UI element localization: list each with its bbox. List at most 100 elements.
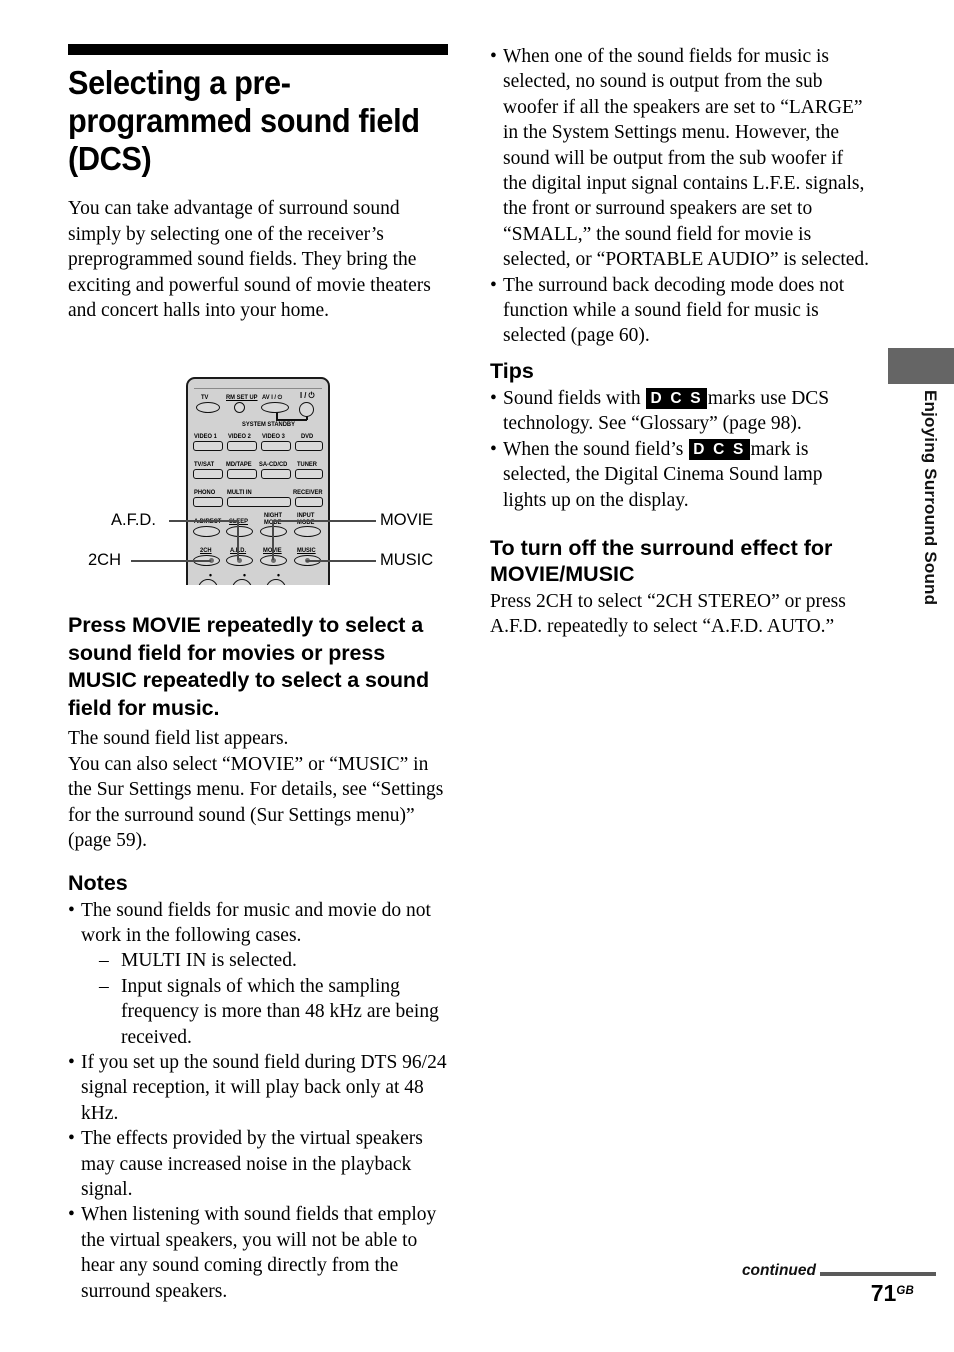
remote-button-tv-sat[interactable] [193, 469, 223, 479]
remote-label-music: MUSIC [297, 547, 316, 554]
page-number-value: 71 [870, 1280, 897, 1306]
note-item-4-text: When listening with sound fields that em… [81, 1204, 437, 1302]
bullet-icon: • [68, 1051, 75, 1073]
bullet-icon: • [68, 1204, 75, 1226]
note-subitem-2-text: Input signals of which the sampling freq… [121, 975, 439, 1048]
turn-off-body: Press 2CH to select “2CH STEREO” or pres… [490, 590, 846, 638]
remote-button-video3[interactable] [261, 441, 291, 451]
remote-button-video2[interactable] [227, 441, 257, 451]
remote-button-multi-in[interactable] [227, 497, 291, 507]
tip-item-1-before: Sound fields with [503, 387, 646, 409]
continued-label: continued [741, 1262, 816, 1279]
callout-leader-music-h [306, 560, 376, 562]
remote-label-av-power: AV I / ⏻ [262, 394, 283, 401]
tip-item-1: • Sound fields with D C Smarks use DCS te… [490, 386, 870, 437]
bullet-icon: • [490, 387, 497, 409]
callout-label-2ch: 2CH [88, 551, 122, 569]
callout-label-music: MUSIC [380, 551, 434, 569]
note-subitem-1-text: MULTI IN is selected. [121, 950, 297, 972]
note-item-3-text: The effects provided by the virtual spea… [81, 1128, 423, 1200]
remote-button-sleep[interactable] [226, 526, 253, 537]
bullet-icon: • [68, 1128, 75, 1150]
bullet-icon: • [490, 274, 497, 296]
side-tab-marker [888, 348, 954, 384]
remote-label-2ch: 2CH [200, 547, 212, 554]
remote-label-system-standby: SYSTEM STANDBY [242, 421, 295, 428]
remote-label-video1: VIDEO 1 [194, 433, 217, 440]
side-tab-label: Enjoying Surround Sound [921, 390, 940, 606]
note-item-1-text: The sound fields for music and movie do … [81, 899, 431, 946]
remote-button-main-power[interactable] [299, 402, 314, 417]
notes-list: • The sound fields for music and movie d… [68, 898, 450, 1305]
note-subitem-2: – Input signals of which the sampling fr… [99, 974, 450, 1050]
note-item-3: • The effects provided by the virtual sp… [68, 1126, 450, 1202]
right-note-item-1-text: When one of the sound fields for music i… [503, 46, 870, 271]
note-item-2-text: If you set up the sound field during DTS… [81, 1051, 447, 1124]
remote-label-phono: PHONO [194, 489, 216, 496]
remote-label-multi-in: MULTI IN [227, 489, 252, 496]
remote-label-sa-cd-cd: SA-CD/CD [259, 461, 288, 468]
remote-dot-marker-2: • [243, 570, 246, 580]
tip-item-2: • When the sound field’s D C Smark is sel… [490, 437, 870, 513]
remote-label-video3: VIDEO 3 [262, 433, 285, 440]
page-number-suffix: GB [896, 1285, 914, 1297]
remote-button-phono[interactable] [193, 497, 223, 507]
remote-label-video2: VIDEO 2 [228, 433, 251, 440]
remote-button-receiver[interactable] [295, 497, 323, 507]
remote-button-md-tape[interactable] [227, 469, 257, 479]
remote-button-a-direct[interactable] [193, 526, 220, 537]
dcs-badge-icon: D C S [646, 387, 707, 409]
remote-button-video1[interactable] [193, 441, 223, 451]
remote-control-figure: TV RM SET UP AV I / ⏻ I / ⏻ SYSTEM STAND… [68, 372, 450, 599]
remote-label-rm-set-up: RM SET UP [226, 394, 258, 401]
callout-leader-2ch-h [131, 560, 211, 562]
remote-dot-marker-3: • [277, 570, 280, 580]
remote-top-groove [194, 388, 322, 389]
turn-off-heading: To turn off the surround effect for MOVI… [490, 535, 833, 586]
standby-bracket-right [306, 416, 308, 420]
right-note-item-1: • When one of the sound fields for music… [490, 44, 870, 273]
step-heading: Press MOVIE repeatedly to select a sound… [68, 613, 429, 720]
figure-bottom-mask [178, 585, 338, 599]
intro-paragraph: You can take advantage of surround sound… [68, 198, 431, 321]
remote-label-main-power: I / ⏻ [300, 391, 315, 400]
remote-dot-marker-1: • [209, 570, 212, 580]
tip-item-2-before: When the sound field’s [503, 438, 689, 460]
bullet-icon: • [490, 438, 497, 460]
dcs-badge-icon: D C S [689, 438, 750, 460]
callout-leader-movie-v [272, 520, 274, 560]
step-body-line-1: The sound field list appears. [68, 728, 289, 749]
remote-label-receiver: RECEIVER [293, 489, 323, 496]
callout-leader-afd-h [169, 520, 239, 522]
dash-icon: – [99, 975, 109, 997]
right-note-item-2: • The surround back decoding mode does n… [490, 273, 870, 349]
page-number: 71GB [871, 1280, 914, 1307]
remote-button-tuner[interactable] [295, 469, 323, 479]
note-subitem-1: – MULTI IN is selected. [99, 948, 450, 973]
right-note-item-2-text: The surround back decoding mode does not… [503, 274, 845, 347]
remote-button-input-mode[interactable] [294, 526, 321, 537]
remote-label-tv-sat: TV/SAT [194, 461, 215, 468]
remote-label-md-tape: MD/TAPE [226, 461, 252, 468]
dash-icon: – [99, 950, 109, 972]
title-rule [68, 44, 448, 55]
bullet-icon: • [68, 899, 75, 921]
remote-button-rm-set-up[interactable] [234, 402, 245, 413]
left-column: Selecting a pre-programmed sound field (… [68, 44, 448, 324]
notes-heading: Notes [68, 870, 128, 895]
remote-button-av-power[interactable] [261, 402, 289, 413]
callout-label-afd: A.F.D. [111, 511, 156, 529]
standby-bracket-left [276, 413, 278, 420]
footer-rule [820, 1272, 936, 1276]
note-item-1: • The sound fields for music and movie d… [68, 898, 450, 1050]
remote-label-tuner: TUNER [297, 461, 317, 468]
callout-label-movie: MOVIE [380, 511, 434, 529]
remote-button-tv[interactable] [196, 402, 220, 413]
remote-label-input-mode-1: INPUT [297, 512, 315, 519]
page-title: Selecting a pre-programmed sound field (… [68, 64, 420, 177]
remote-button-dvd[interactable] [295, 441, 323, 451]
remote-label-dvd: DVD [301, 433, 314, 440]
step-body-line-2: You can also select “MOVIE” or “MUSIC” i… [68, 753, 444, 852]
remote-button-sa-cd-cd[interactable] [261, 469, 291, 479]
notes-sublist: – MULTI IN is selected. – Input signals … [81, 948, 450, 1050]
